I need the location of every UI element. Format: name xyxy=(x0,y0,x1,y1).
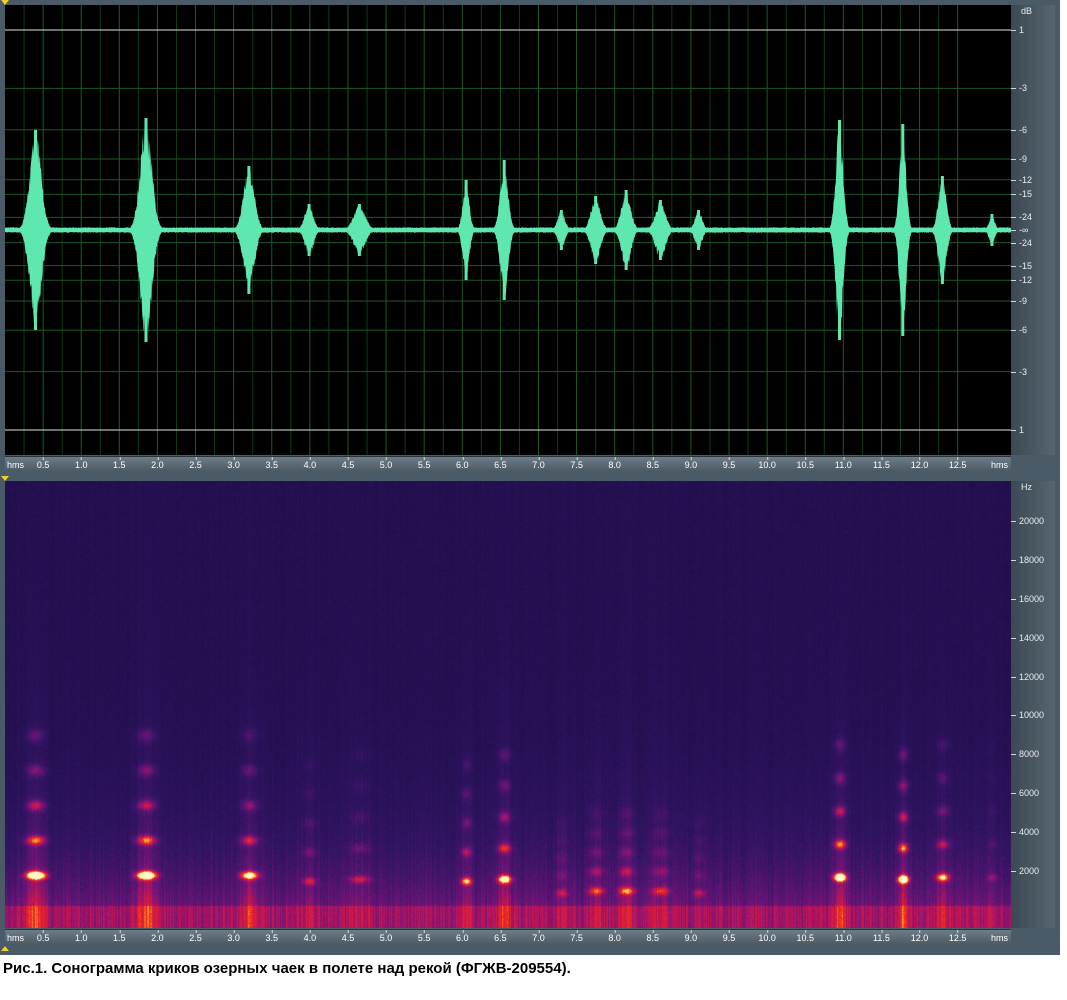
time-tick-label: 5.0 xyxy=(379,930,393,943)
time-tick-label: 5.5 xyxy=(417,930,431,943)
time-tick-label: 7.0 xyxy=(532,457,545,470)
time-tick-label: 10.0 xyxy=(758,930,776,943)
time-unit-label: hms xyxy=(7,933,25,943)
selection-end-marker[interactable] xyxy=(1,946,9,951)
time-tick-label: 11.0 xyxy=(834,457,852,470)
time-tick-label: 2.5 xyxy=(189,457,202,470)
frequency-tick-label: 16000 xyxy=(1010,593,1045,604)
waveform-time-ruler[interactable]: hms 0.5 1.0 1.5 2.0 2.5 3.0 3.5 4.0 4.5 5.0 5.5 6.0 6… xyxy=(5,456,1011,471)
time-tick-label: 12.0 xyxy=(910,930,929,943)
time-tick-label: 0.5 xyxy=(36,930,50,943)
spectrogram-panel[interactable] xyxy=(5,481,1011,928)
db-tick-label: -15 xyxy=(1010,260,1033,271)
frequency-tick-label: 14000 xyxy=(1010,632,1045,643)
frequency-tick-label: 2000 xyxy=(1010,866,1040,877)
time-tick-label: 1.0 xyxy=(74,930,88,943)
frequency-tick-label: 6000 xyxy=(1010,788,1040,799)
time-tick-label: 6.5 xyxy=(494,457,507,470)
time-tick-label: 10.5 xyxy=(796,457,814,470)
time-tick-label: 9.0 xyxy=(684,457,698,470)
time-tick-label: 12.5 xyxy=(948,930,967,943)
time-tick-label: 4.5 xyxy=(341,930,355,943)
time-tick-label: 3.5 xyxy=(265,457,278,470)
time-tick-label: 5.5 xyxy=(417,457,431,470)
db-tick-label: -6 xyxy=(1010,325,1028,336)
time-tick-label: 9.0 xyxy=(684,930,698,943)
db-tick-label: -9 xyxy=(1010,296,1028,306)
db-tick-label: -3 xyxy=(1010,366,1028,377)
time-tick-label: 8.5 xyxy=(646,457,660,470)
time-tick-label: 10.5 xyxy=(796,930,814,943)
spectrogram-start-marker[interactable] xyxy=(1,476,9,481)
db-tick-label: -12 xyxy=(1010,174,1033,185)
db-tick-label: 1 xyxy=(1010,425,1025,435)
db-tick-label: -∞ xyxy=(1010,225,1029,235)
time-tick-label: 7.5 xyxy=(570,457,583,470)
frequency-tick-label: 20000 xyxy=(1010,515,1045,526)
frequency-tick-label: 8000 xyxy=(1010,749,1040,760)
time-tick-label: 6.5 xyxy=(494,930,507,943)
time-tick-label: 1.5 xyxy=(113,930,126,943)
time-unit-label-end: hms xyxy=(991,460,1009,470)
db-tick-label: -3 xyxy=(1010,83,1028,94)
time-tick-label: 6.0 xyxy=(456,457,469,470)
time-tick-label: 8.0 xyxy=(608,457,621,470)
time-tick-label: 2.5 xyxy=(189,930,202,943)
figure-caption: Рис.1. Сонограмма криков озерных чаек в … xyxy=(3,960,571,977)
time-tick-label: 2.0 xyxy=(151,930,164,943)
time-tick-label: 0.5 xyxy=(36,457,50,470)
hz-unit-label: Hz xyxy=(1021,482,1032,492)
time-tick-label: 7.0 xyxy=(532,930,545,943)
time-tick-label: 1.5 xyxy=(113,457,126,470)
db-tick-label: -15 xyxy=(1010,189,1033,200)
db-tick-label: -9 xyxy=(1010,154,1028,164)
waveform-trace xyxy=(5,121,1011,338)
spectrogram-canvas xyxy=(5,481,1011,928)
time-unit-label: hms xyxy=(7,460,25,470)
frequency-scale: Hz 20000 18000 16000 14000 12000 10000 8000 600… xyxy=(1010,481,1055,928)
time-tick-label: 12.5 xyxy=(948,457,967,470)
time-tick-label: 4.0 xyxy=(303,457,317,470)
time-tick-label: 6.0 xyxy=(456,930,469,943)
frequency-tick-label: 12000 xyxy=(1010,671,1045,682)
time-tick-label: 4.5 xyxy=(341,457,355,470)
time-tick-label: 9.5 xyxy=(722,930,736,943)
time-tick-label: 11.5 xyxy=(873,930,890,943)
db-tick-label: 1 xyxy=(1010,25,1025,35)
time-tick-label: 11.0 xyxy=(834,930,852,943)
waveform-chart xyxy=(5,5,1011,455)
time-tick-label: 5.0 xyxy=(379,457,393,470)
time-unit-label-end: hms xyxy=(991,933,1009,943)
db-scale: dB 1 -3 -6 -9 -12 -15 -24 -∞ -24 -15 -12 -9 -6 -3 1 xyxy=(1010,5,1055,455)
playhead-start-marker[interactable] xyxy=(1,0,9,5)
time-tick-label: 8.0 xyxy=(608,930,621,943)
time-tick-label: 12.0 xyxy=(910,457,929,470)
time-tick-label: 2.0 xyxy=(151,457,164,470)
time-tick-label: 11.5 xyxy=(873,457,890,470)
frequency-tick-label: 18000 xyxy=(1010,554,1045,565)
time-tick-label: 3.0 xyxy=(227,457,240,470)
time-tick-label: 10.0 xyxy=(758,457,776,470)
time-tick-label: 9.5 xyxy=(722,457,736,470)
spectrogram-time-ruler[interactable]: hms 0.5 1.0 1.5 2.0 2.5 3.0 3.5 4.0 4.5 5.0 5.5 6.0 6… xyxy=(5,929,1011,944)
frequency-tick-label: 10000 xyxy=(1010,710,1045,721)
db-unit-label: dB xyxy=(1021,6,1033,16)
time-tick-label: 3.5 xyxy=(265,930,278,943)
waveform-panel[interactable] xyxy=(5,5,1011,455)
time-tick-label: 1.0 xyxy=(74,457,88,470)
time-tick-label: 8.5 xyxy=(646,930,660,943)
frequency-tick-label: 4000 xyxy=(1010,827,1040,838)
db-tick-label: -6 xyxy=(1010,124,1028,135)
db-tick-label: -24 xyxy=(1010,212,1033,223)
db-tick-label: -12 xyxy=(1010,275,1033,286)
time-tick-label: 4.0 xyxy=(303,930,317,943)
db-tick-label: -24 xyxy=(1010,237,1033,248)
time-tick-label: 7.5 xyxy=(570,930,583,943)
time-tick-label: 3.0 xyxy=(227,930,240,943)
